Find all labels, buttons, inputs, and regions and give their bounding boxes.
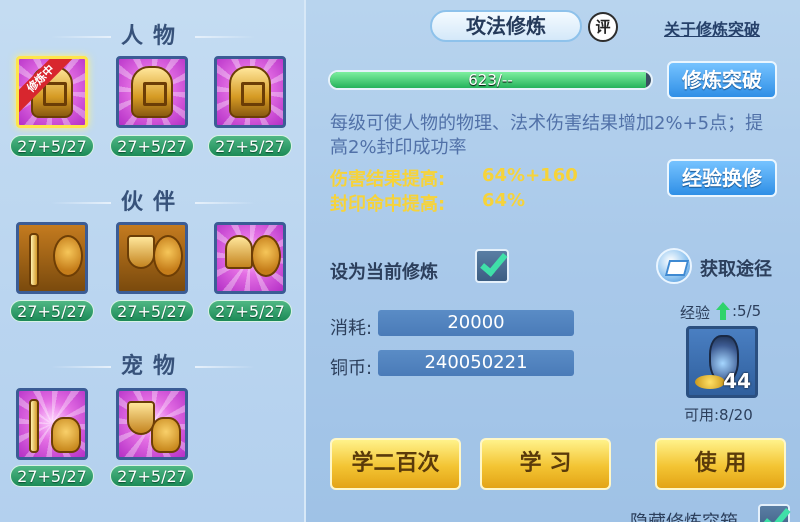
- hide-breakthrough-label: 隐藏修炼突箱: [630, 508, 738, 522]
- item-slot[interactable]: 44: [686, 326, 758, 398]
- gold-coins-icon: [695, 375, 725, 389]
- lion-icon: [251, 235, 281, 277]
- cost-value: 20000: [378, 310, 574, 336]
- skill-level-partner-1: 27+5/27: [10, 300, 94, 322]
- check-icon: [763, 502, 791, 522]
- skill-level-character-1: 27+5/27: [10, 135, 94, 157]
- golden-armor-icon: [131, 66, 173, 118]
- coins-value: 240050221: [378, 350, 574, 376]
- exp-label: 经验: [680, 304, 711, 322]
- set-current-label: 设为当前修炼: [330, 262, 438, 283]
- stat-damage-value: 64%+160: [482, 165, 578, 186]
- page-title: 攻法修炼: [430, 10, 582, 42]
- hide-breakthrough-checkbox[interactable]: [758, 502, 791, 522]
- skill-icon-partner-3[interactable]: [214, 222, 286, 294]
- lion-icon: [153, 235, 183, 277]
- stat-seal-label: 封印命中提高:: [330, 194, 446, 215]
- sword-icon: [29, 399, 39, 453]
- sword-icon: [29, 233, 39, 287]
- skill-level-character-2: 27+5/27: [110, 135, 194, 157]
- skill-icon-pet-1[interactable]: [16, 388, 88, 460]
- stat-damage-label: 伤害结果提高:: [330, 169, 446, 190]
- skill-icon-partner-1[interactable]: [16, 222, 88, 294]
- exp-value: :5/5: [732, 302, 762, 320]
- stat-seal-value: 64%: [482, 190, 526, 211]
- lion-icon: [53, 235, 83, 277]
- review-badge-button[interactable]: 评: [588, 12, 618, 42]
- skill-icon-character-2[interactable]: [116, 56, 188, 128]
- arrow-up-icon: [716, 302, 730, 320]
- shield-icon: [127, 235, 155, 269]
- cat-icon: [151, 417, 181, 453]
- about-breakthrough-link[interactable]: 关于修炼突破: [664, 16, 760, 40]
- exp-progress-bar: 623/--: [328, 70, 653, 90]
- item-available: 可用:8/20: [684, 406, 753, 424]
- get-path-link[interactable]: 获取途径: [700, 255, 772, 281]
- section-title-pet: 宠物: [0, 348, 306, 380]
- learn-hundred-button[interactable]: 学二百次: [330, 438, 461, 490]
- skill-icon-partner-2[interactable]: [116, 222, 188, 294]
- section-title-character: 人物: [0, 18, 306, 50]
- breakthrough-button[interactable]: 修炼突破: [667, 61, 777, 99]
- skill-list-panel: 人物 修炼中 27+5/27 27+5/27 27+5/27 伙伴 27+5/2…: [0, 0, 306, 522]
- section-title-partner: 伙伴: [0, 184, 306, 216]
- golden-helmet-icon: [229, 66, 271, 118]
- cat-icon: [51, 417, 81, 453]
- coins-label: 铜币:: [330, 358, 373, 379]
- gauntlet-icon: [225, 235, 253, 269]
- scroll-icon[interactable]: [656, 248, 692, 284]
- progress-text: 623/--: [468, 71, 513, 89]
- item-count: 44: [723, 369, 751, 393]
- set-current-checkbox[interactable]: [475, 247, 509, 283]
- cost-label: 消耗:: [330, 318, 373, 339]
- skill-level-partner-3: 27+5/27: [208, 300, 292, 322]
- skill-level-character-3: 27+5/27: [208, 135, 292, 157]
- exchange-exp-button[interactable]: 经验换修: [667, 159, 777, 197]
- skill-icon-character-3[interactable]: [214, 56, 286, 128]
- skill-icon-pet-2[interactable]: [116, 388, 188, 460]
- learn-button[interactable]: 学 习: [480, 438, 611, 490]
- skill-level-pet-2: 27+5/27: [110, 465, 194, 487]
- skill-description: 每级可使人物的物理、法术伤害结果增加2%+5点；提高2%封印成功率: [330, 113, 764, 158]
- skill-level-pet-1: 27+5/27: [10, 465, 94, 487]
- skill-level-partner-2: 27+5/27: [110, 300, 194, 322]
- skill-icon-character-1[interactable]: 修炼中: [16, 56, 88, 128]
- use-button[interactable]: 使 用: [655, 438, 786, 490]
- check-icon: [480, 247, 508, 277]
